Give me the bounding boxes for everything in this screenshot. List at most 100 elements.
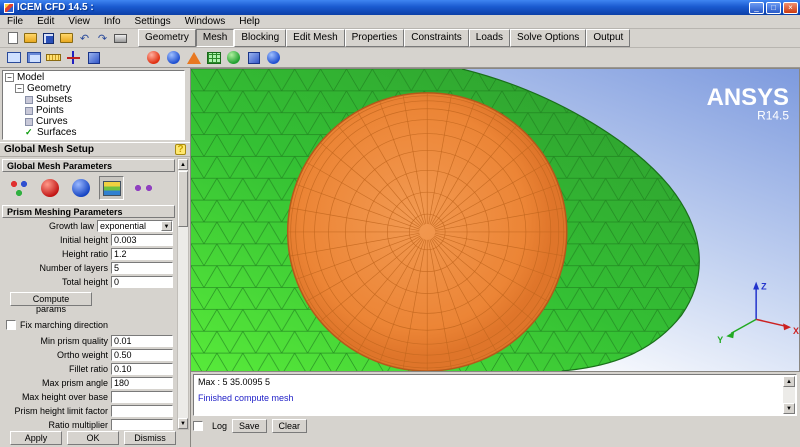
print-icon[interactable] bbox=[112, 30, 129, 46]
max-prism-angle-label: Max prism angle bbox=[41, 378, 108, 388]
periodicity-icon[interactable] bbox=[130, 176, 155, 200]
menu-edit[interactable]: Edit bbox=[30, 15, 61, 28]
menu-settings[interactable]: Settings bbox=[128, 15, 178, 28]
tab-edit-mesh[interactable]: Edit Mesh bbox=[286, 29, 345, 47]
help-icon[interactable]: ? bbox=[175, 144, 186, 155]
local-coords-icon[interactable] bbox=[64, 49, 83, 67]
open-geometry-icon[interactable] bbox=[58, 30, 75, 46]
new-project-icon[interactable] bbox=[4, 30, 21, 46]
fix-marching-checkbox[interactable] bbox=[6, 320, 16, 330]
scroll-up-icon[interactable]: ▲ bbox=[178, 159, 188, 170]
volume-meshing-params-icon[interactable] bbox=[68, 176, 93, 200]
total-height-label: Total height bbox=[61, 277, 108, 287]
measure-icon[interactable] bbox=[44, 49, 63, 67]
console-scroll-down-icon[interactable]: ▼ bbox=[783, 403, 795, 414]
tree-item-subsets[interactable]: Subsets bbox=[36, 94, 72, 105]
expand-model-icon[interactable]: − bbox=[5, 73, 14, 82]
apply-button[interactable]: Apply bbox=[10, 431, 62, 445]
dropdown-arrow-icon[interactable]: ▼ bbox=[161, 221, 172, 231]
save-button[interactable]: Save bbox=[232, 419, 267, 433]
tree-item-geometry[interactable]: Geometry bbox=[27, 83, 71, 94]
minimize-button[interactable]: _ bbox=[749, 1, 764, 14]
initial-height-input[interactable] bbox=[111, 234, 173, 246]
undo-icon[interactable]: ↶ bbox=[76, 30, 93, 46]
tab-constraints[interactable]: Constraints bbox=[404, 29, 469, 47]
tab-solve-options[interactable]: Solve Options bbox=[510, 29, 587, 47]
ortho-weight-input[interactable] bbox=[111, 349, 173, 361]
surface-display-icon[interactable] bbox=[184, 49, 203, 67]
surfaces-check-icon[interactable]: ✓ bbox=[25, 127, 35, 138]
fit-view-icon[interactable] bbox=[4, 49, 23, 67]
console-scrollbar[interactable]: ▲ ▼ bbox=[783, 376, 795, 414]
scroll-down-icon[interactable]: ▼ bbox=[178, 418, 188, 429]
zoom-window-icon[interactable] bbox=[24, 49, 43, 67]
menu-file[interactable]: File bbox=[0, 15, 30, 28]
tree-item-points[interactable]: Points bbox=[36, 105, 64, 116]
ratio-multiplier-input[interactable] bbox=[111, 419, 173, 430]
tree-item-model[interactable]: Model bbox=[17, 72, 44, 83]
fillet-ratio-label: Fillet ratio bbox=[68, 364, 108, 374]
body-display-icon[interactable] bbox=[224, 49, 243, 67]
open-project-icon[interactable] bbox=[22, 30, 39, 46]
total-height-input[interactable] bbox=[111, 276, 173, 288]
panel-scrollbar[interactable]: ▲ ▼ bbox=[177, 158, 189, 430]
number-of-layers-input[interactable] bbox=[111, 262, 173, 274]
dez-buttons: Apply OK Dismiss bbox=[0, 431, 190, 446]
curve-display-icon[interactable] bbox=[164, 49, 183, 67]
orange-end-cap bbox=[286, 92, 568, 371]
console-scroll-up-icon[interactable]: ▲ bbox=[783, 376, 795, 387]
menu-windows[interactable]: Windows bbox=[178, 15, 233, 28]
save-project-icon[interactable] bbox=[40, 30, 57, 46]
console-line-max: Max : 5 35.0095 5 bbox=[198, 377, 271, 387]
message-console[interactable]: Max : 5 35.0095 5 Finished compute mesh … bbox=[193, 374, 797, 416]
tab-loads[interactable]: Loads bbox=[468, 29, 511, 47]
viewport-canvas[interactable]: ANSYS R14.5 Z X Y bbox=[190, 68, 800, 372]
maximize-button[interactable]: □ bbox=[766, 1, 781, 14]
ratio-multiplier-label: Ratio multiplier bbox=[48, 420, 108, 430]
solid-view-icon[interactable] bbox=[84, 49, 103, 67]
fillet-ratio-input[interactable] bbox=[111, 363, 173, 375]
close-button[interactable]: × bbox=[783, 1, 798, 14]
tree-item-surfaces[interactable]: Surfaces bbox=[37, 127, 76, 138]
height-ratio-input[interactable] bbox=[111, 248, 173, 260]
growth-law-select[interactable]: exponential ▼ bbox=[97, 220, 173, 232]
console-line-status: Finished compute mesh bbox=[198, 393, 294, 403]
menu-info[interactable]: Info bbox=[97, 15, 128, 28]
log-label: Log bbox=[212, 421, 228, 431]
shell-meshing-params-icon[interactable] bbox=[37, 176, 62, 200]
function-tab-bar: ↶ ↷ Geometry Mesh Blocking Edit Mesh Pro… bbox=[0, 29, 800, 48]
global-mesh-size-icon[interactable] bbox=[6, 176, 31, 200]
menu-view[interactable]: View bbox=[61, 15, 97, 28]
min-prism-quality-label: Min prism quality bbox=[40, 336, 108, 346]
tab-mesh[interactable]: Mesh bbox=[195, 29, 235, 47]
point-display-icon[interactable] bbox=[144, 49, 163, 67]
tree-item-curves[interactable]: Curves bbox=[36, 116, 68, 127]
expand-geometry-icon[interactable]: − bbox=[15, 84, 24, 93]
points-icon[interactable] bbox=[25, 106, 33, 115]
clear-button[interactable]: Clear bbox=[271, 419, 308, 433]
tab-geometry[interactable]: Geometry bbox=[138, 29, 196, 47]
tab-properties[interactable]: Properties bbox=[344, 29, 405, 47]
menu-help[interactable]: Help bbox=[232, 15, 267, 28]
mesh-display-icon[interactable] bbox=[204, 49, 223, 67]
curves-icon[interactable] bbox=[25, 117, 33, 126]
compute-params-button[interactable]: Compute params bbox=[10, 292, 92, 314]
left-panel: − Model − Geometry Subsets Points Curves… bbox=[0, 68, 191, 447]
prism-height-limit-factor-input[interactable] bbox=[111, 405, 173, 417]
blocking-display-icon[interactable] bbox=[244, 49, 263, 67]
prism-meshing-params-header[interactable]: Prism Meshing Parameters bbox=[2, 205, 175, 218]
log-checkbox[interactable] bbox=[193, 421, 203, 431]
subsets-icon[interactable] bbox=[25, 95, 33, 104]
min-prism-quality-input[interactable] bbox=[111, 335, 173, 347]
redo-icon[interactable]: ↷ bbox=[94, 30, 111, 46]
dismiss-button[interactable]: Dismiss bbox=[124, 431, 176, 445]
tab-output[interactable]: Output bbox=[586, 29, 631, 47]
max-height-over-base-input[interactable] bbox=[111, 391, 173, 403]
quality-display-icon[interactable] bbox=[264, 49, 283, 67]
tab-blocking[interactable]: Blocking bbox=[234, 29, 287, 47]
scroll-thumb[interactable] bbox=[178, 171, 188, 227]
ok-button[interactable]: OK bbox=[67, 431, 119, 445]
max-prism-angle-input[interactable] bbox=[111, 377, 173, 389]
prism-meshing-params-icon[interactable] bbox=[99, 176, 124, 200]
global-mesh-params-header[interactable]: Global Mesh Parameters bbox=[2, 159, 175, 172]
